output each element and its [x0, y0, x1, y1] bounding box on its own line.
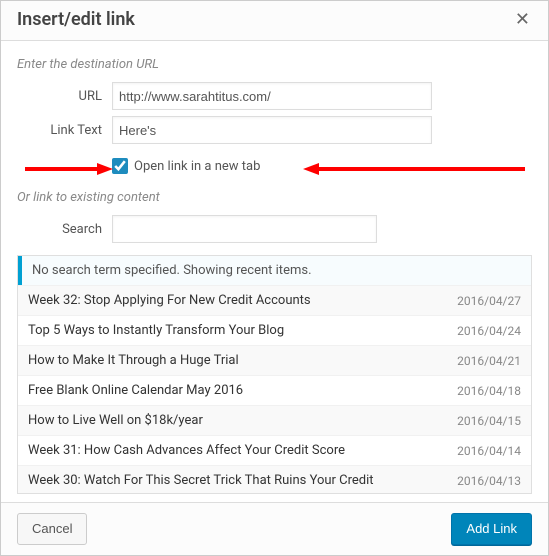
add-link-button[interactable]: Add Link — [451, 513, 532, 545]
dialog-title: Insert/edit link — [17, 9, 135, 30]
url-input[interactable] — [112, 82, 432, 110]
result-item[interactable]: Free Blank Online Calendar May 20162016/… — [18, 375, 531, 405]
new-tab-checkbox[interactable] — [112, 158, 128, 174]
annotation-arrow-right — [303, 162, 525, 176]
result-title: Top 5 Ways to Instantly Transform Your B… — [28, 323, 457, 338]
search-label: Search — [17, 222, 112, 237]
close-icon[interactable]: ✕ — [511, 11, 534, 29]
destination-section-label: Enter the destination URL — [17, 57, 532, 72]
url-label: URL — [17, 89, 112, 104]
result-item[interactable]: Top 5 Ways to Instantly Transform Your B… — [18, 315, 531, 345]
result-title: Week 30: Watch For This Secret Trick Tha… — [28, 473, 457, 488]
result-item[interactable]: Week 31: How Cash Advances Affect Your C… — [18, 435, 531, 465]
result-date: 2016/04/27 — [457, 294, 521, 308]
cancel-button[interactable]: Cancel — [17, 513, 87, 545]
result-date: 2016/04/18 — [457, 384, 521, 398]
result-title: How to Make It Through a Huge Trial — [28, 353, 457, 368]
link-text-label: Link Text — [17, 123, 112, 138]
result-date: 2016/04/14 — [457, 444, 521, 458]
existing-section-label: Or link to existing content — [17, 190, 532, 205]
result-date: 2016/04/21 — [457, 354, 521, 368]
dialog-footer: Cancel Add Link — [1, 502, 548, 555]
link-text-input[interactable] — [112, 116, 432, 144]
result-title: Free Blank Online Calendar May 2016 — [28, 383, 457, 398]
results-panel: No search term specified. Showing recent… — [17, 255, 532, 494]
result-title: How to Live Well on $18k/year — [28, 413, 457, 428]
result-item[interactable]: Week 30: Watch For This Secret Trick Tha… — [18, 465, 531, 493]
result-title: Week 31: How Cash Advances Affect Your C… — [28, 443, 457, 458]
result-title: Week 32: Stop Applying For New Credit Ac… — [28, 293, 457, 308]
annotation-arrow-left — [25, 162, 113, 176]
results-scroll[interactable]: No search term specified. Showing recent… — [18, 256, 531, 493]
new-tab-row: Open link in a new tab — [17, 158, 532, 174]
result-date: 2016/04/15 — [457, 414, 521, 428]
url-row: URL — [17, 82, 532, 110]
link-text-row: Link Text — [17, 116, 532, 144]
result-item[interactable]: How to Live Well on $18k/year2016/04/15 — [18, 405, 531, 435]
search-input[interactable] — [112, 215, 377, 243]
insert-link-dialog: Insert/edit link ✕ Enter the destination… — [0, 0, 549, 556]
result-date: 2016/04/24 — [457, 324, 521, 338]
dialog-titlebar: Insert/edit link ✕ — [1, 1, 548, 41]
search-row: Search — [17, 215, 532, 243]
new-tab-label: Open link in a new tab — [134, 159, 260, 174]
result-item[interactable]: How to Make It Through a Huge Trial2016/… — [18, 345, 531, 375]
result-item[interactable]: Week 32: Stop Applying For New Credit Ac… — [18, 285, 531, 315]
result-date: 2016/04/13 — [457, 474, 521, 488]
results-notice: No search term specified. Showing recent… — [18, 256, 531, 285]
dialog-body: Enter the destination URL URL Link Text … — [1, 41, 548, 502]
